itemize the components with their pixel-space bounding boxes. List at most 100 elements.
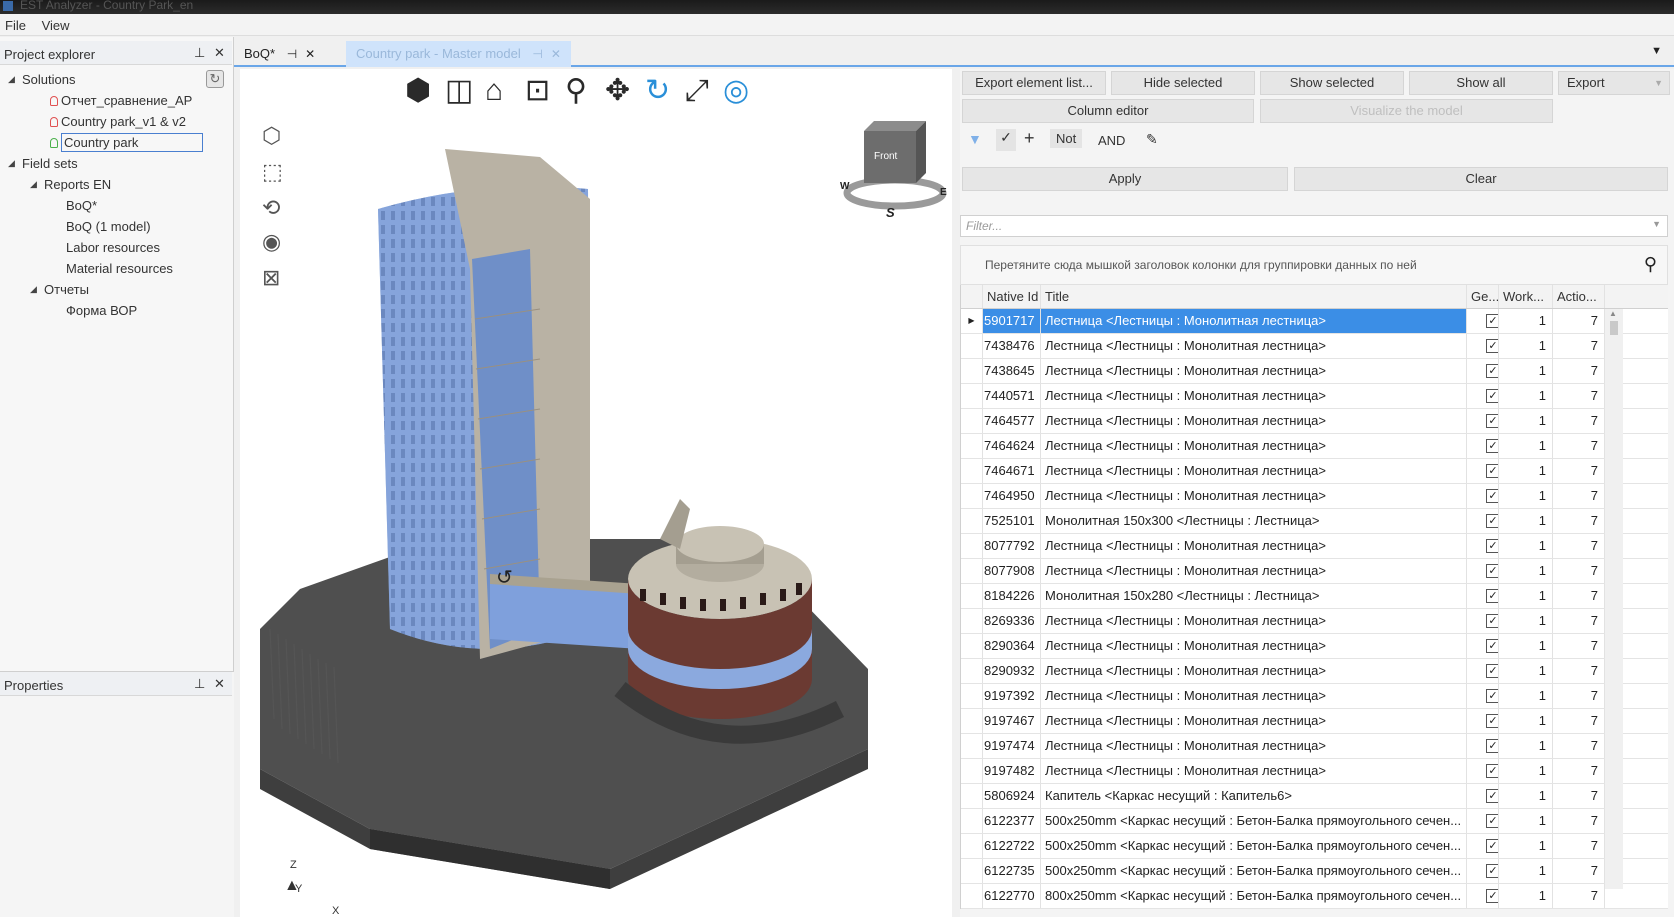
tree-item[interactable]: BoQ (1 model) [0,216,232,237]
column-action[interactable]: Actio... [1553,285,1605,308]
checkbox[interactable]: ✓ [1486,364,1498,378]
export-button[interactable]: Export ▼ [1558,71,1670,95]
tree-item[interactable]: Material resources [0,258,232,279]
table-row[interactable]: 7440571 Лестница <Лестницы : Монолитная л… [961,384,1668,409]
chevron-down-icon[interactable]: ▼ [1652,219,1661,229]
menu-file[interactable]: File [0,14,33,33]
menu-view[interactable]: View [37,14,77,33]
expand-arrow-icon[interactable]: ◢ [30,279,37,300]
table-row[interactable]: 7464577 Лестница <Лестницы : Монолитная л… [961,409,1668,434]
table-row[interactable]: 9197467 Лестница <Лестницы : Монолитная л… [961,709,1668,734]
table-row[interactable]: 6122722 500x250mm <Каркас несущий : Бетон… [961,834,1668,859]
checkbox[interactable]: ✓ [1486,414,1498,428]
checkbox[interactable]: ✓ [1486,689,1498,703]
table-row[interactable]: 8077792 Лестница <Лестницы : Монолитная л… [961,534,1668,559]
column-title[interactable]: Title [1041,285,1467,308]
table-row[interactable]: 6122770 800x250mm <Каркас несущий : Бетон… [961,884,1668,909]
table-row[interactable]: 9197482 Лестница <Лестницы : Монолитная л… [961,759,1668,784]
show-all-button[interactable]: Show all [1409,71,1553,95]
checkbox[interactable]: ✓ [1486,389,1498,403]
checkbox[interactable]: ✓ [1486,614,1498,628]
checkbox[interactable]: ✓ [1486,789,1498,803]
checkbox[interactable]: ✓ [1486,439,1498,453]
checkbox[interactable]: ✓ [1486,564,1498,578]
table-row[interactable]: 8290364 Лестница <Лестницы : Монолитная л… [961,634,1668,659]
and-operator-button[interactable]: AND [1098,133,1125,148]
pin-icon[interactable]: ⊣ [532,47,542,61]
expand-arrow-icon[interactable]: ◢ [8,153,15,174]
check-icon[interactable]: ✓ [996,129,1016,151]
not-operator-button[interactable]: Not [1050,129,1083,148]
checkbox[interactable]: ✓ [1486,589,1498,603]
table-row[interactable]: 8077908 Лестница <Лестницы : Монолитная л… [961,559,1668,584]
tree-item[interactable]: ◢ Field sets [0,153,232,174]
apply-button[interactable]: Apply [962,167,1288,191]
tab-overflow-icon[interactable]: ▼ [1651,45,1662,57]
table-row[interactable]: 7438645 Лестница <Лестницы : Монолитная л… [961,359,1668,384]
checkbox[interactable]: ✓ [1486,489,1498,503]
group-by-area[interactable]: Перетяните сюда мышкой заголовок колонки… [960,245,1668,285]
tree-item[interactable]: ◢ Reports EN [0,174,232,195]
add-condition-icon[interactable]: + [1024,128,1035,149]
table-row[interactable]: 9197474 Лестница <Лестницы : Монолитная л… [961,734,1668,759]
checkbox[interactable]: ✓ [1486,314,1498,328]
tree-item[interactable]: BoQ* [0,195,232,216]
scroll-thumb[interactable] [1610,321,1618,335]
checkbox[interactable]: ✓ [1486,764,1498,778]
edit-filter-icon[interactable]: ✎ [1146,131,1158,148]
table-row[interactable]: 6122735 500x250mm <Каркас несущий : Бетон… [961,859,1668,884]
checkbox[interactable]: ✓ [1486,339,1498,353]
checkbox[interactable]: ✓ [1486,664,1498,678]
expand-arrow-icon[interactable]: ◢ [8,69,15,90]
close-icon[interactable]: ✕ [305,47,315,61]
checkbox[interactable]: ✓ [1486,864,1498,878]
clear-button[interactable]: Clear [1294,167,1668,191]
table-scrollbar[interactable]: ▲ [1605,309,1623,889]
table-row[interactable]: 7464624 Лестница <Лестницы : Монолитная л… [961,434,1668,459]
filter-funnel-icon[interactable]: ▼ [968,131,982,147]
checkbox[interactable]: ✓ [1486,739,1498,753]
checkbox[interactable]: ✓ [1486,464,1498,478]
column-editor-button[interactable]: Column editor [962,99,1254,123]
pin-icon[interactable]: ⊥ [194,676,205,692]
column-ge[interactable]: Ge... [1467,285,1499,308]
tree-item[interactable]: Отчет_сравнение_АР [0,90,232,111]
tree-item[interactable]: ◢ Solutions ↻ [0,69,232,90]
checkbox[interactable]: ✓ [1486,889,1498,903]
expand-arrow-icon[interactable]: ◢ [30,174,37,195]
tree-item[interactable]: Country park_v1 & v2 [0,111,232,132]
scroll-up-icon[interactable]: ▲ [1609,309,1617,318]
table-row[interactable]: 5806924 Капитель <Каркас несущий : Капите… [961,784,1668,809]
checkbox[interactable]: ✓ [1486,839,1498,853]
checkbox[interactable]: ✓ [1486,714,1498,728]
model-viewport[interactable]: ⬢ ◫ ⌂ ⊡ ⚲ ✥ ↻ ⤢ ◎ ⬡ ⬚ ⟲ ◉ ⊠ ↺ Front W E … [240,69,952,917]
tab-boq[interactable]: BoQ* ⊣ ✕ [234,41,325,67]
tree-item[interactable]: Форма ВОР [0,300,232,321]
tree-item[interactable]: ◢ Отчеты [0,279,232,300]
tree-item[interactable]: Country park [0,132,232,153]
tab-master-model[interactable]: Country park - Master model ⊣ ✕ [346,41,571,67]
navigation-cube[interactable]: Front W E S [840,111,950,231]
pin-icon[interactable]: ⊥ [194,45,205,61]
export-element-list-button[interactable]: Export element list... [962,71,1106,95]
checkbox[interactable]: ✓ [1486,539,1498,553]
filter-input[interactable]: Filter... ▼ [960,215,1668,237]
tree-item[interactable]: Labor resources [0,237,232,258]
table-row[interactable]: 6122377 500x250mm <Каркас несущий : Бетон… [961,809,1668,834]
close-icon[interactable]: ✕ [214,45,225,61]
refresh-icon[interactable]: ↻ [206,70,224,88]
close-icon[interactable]: ✕ [551,47,561,61]
checkbox[interactable]: ✓ [1486,514,1498,528]
table-row[interactable]: 7525101 Монолитная 150x300 <Лестницы : Ле… [961,509,1668,534]
checkbox[interactable]: ✓ [1486,814,1498,828]
table-row[interactable]: 8184226 Монолитная 150x280 <Лестницы : Ле… [961,584,1668,609]
table-row[interactable]: 7464671 Лестница <Лестницы : Монолитная л… [961,459,1668,484]
close-icon[interactable]: ✕ [214,676,225,692]
table-row[interactable]: 8290932 Лестница <Лестницы : Монолитная л… [961,659,1668,684]
search-icon[interactable]: ⚲ [1644,254,1657,275]
table-row[interactable]: 7438476 Лестница <Лестницы : Монолитная л… [961,334,1668,359]
column-native-id[interactable]: Native Id [983,285,1041,308]
table-row[interactable]: 8269336 Лестница <Лестницы : Монолитная л… [961,609,1668,634]
table-row[interactable]: 7464950 Лестница <Лестницы : Монолитная л… [961,484,1668,509]
table-row[interactable]: ▶ 5901717 Лестница <Лестницы : Монолитная … [961,309,1668,334]
